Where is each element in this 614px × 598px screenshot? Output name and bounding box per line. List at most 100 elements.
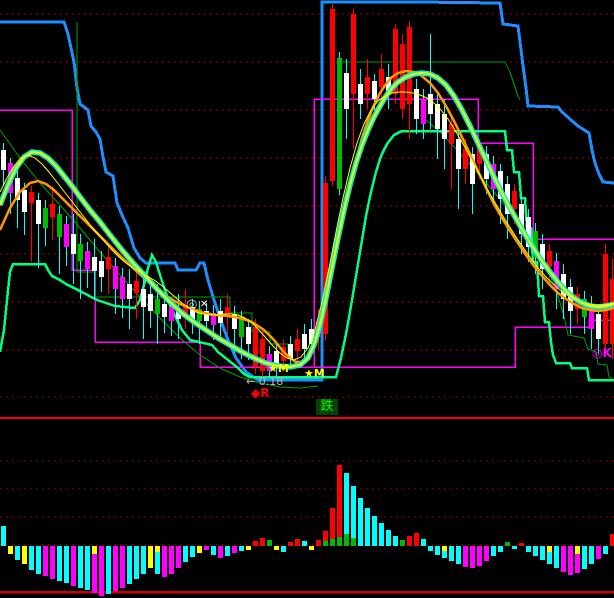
signal-markers: ◎✕★M★M← 0.18◆R◎K [186, 297, 612, 400]
candle-body [50, 204, 55, 217]
histogram-bar [246, 546, 251, 550]
histogram-bar [1, 526, 6, 546]
histogram-bar [57, 546, 62, 581]
histogram-bar [267, 540, 272, 546]
candle-body [610, 279, 614, 344]
star-m-signal: ★M [304, 367, 325, 380]
candle-body [113, 266, 118, 289]
candle-body [379, 69, 384, 87]
histogram-bar-base [330, 539, 335, 546]
candle-body [155, 299, 160, 314]
candle-body [603, 254, 608, 344]
candle-body [372, 81, 377, 99]
gridlines [0, 14, 614, 545]
histogram-bar [533, 546, 538, 556]
candle-body [302, 334, 307, 349]
candle-body [351, 14, 356, 94]
stock-chart-window[interactable]: ◎✕★M★M← 0.18◆R◎K 跌 [0, 0, 614, 598]
histogram-bar [148, 546, 153, 568]
candle-body [246, 327, 251, 344]
histogram-bar [379, 523, 384, 546]
histogram-bar [484, 546, 489, 561]
histogram-bar-base [575, 546, 580, 554]
histogram-bar [36, 546, 41, 574]
candle-body [295, 339, 300, 351]
candle-body [43, 208, 48, 228]
histogram-bar [351, 486, 356, 546]
candle-body [92, 257, 97, 271]
histogram-bar [393, 536, 398, 546]
candle-body [442, 114, 447, 139]
histogram-bar-base [155, 546, 160, 552]
candle-body [85, 251, 90, 269]
histogram-bar [414, 533, 419, 546]
candle-body [162, 304, 167, 317]
histogram-bar [43, 546, 48, 576]
histogram-bar [127, 546, 132, 584]
histogram-bar [22, 546, 27, 564]
histogram-bar [316, 540, 321, 546]
histogram-bar [512, 546, 517, 549]
candle-body [260, 339, 265, 371]
histogram-bar [491, 546, 496, 556]
histogram-bar [435, 546, 440, 555]
histogram-bar [589, 546, 594, 564]
trend-status-badge: 跌 [316, 399, 338, 415]
histogram-bar-base [351, 538, 356, 546]
histogram-bar [386, 530, 391, 546]
candle-body [428, 94, 433, 114]
histogram-bar [260, 538, 265, 546]
candle-body [134, 281, 139, 293]
candle-body [99, 261, 104, 277]
histogram-bar [421, 539, 426, 546]
histogram-bar [498, 546, 503, 552]
histogram-bar [253, 541, 258, 546]
histogram-bar [400, 540, 405, 546]
circle-k-signal: ◎K [592, 346, 612, 360]
histogram-bar-base [547, 546, 552, 552]
histogram-bar [274, 546, 279, 550]
histogram-bar [309, 546, 314, 550]
histogram-bar [337, 465, 342, 546]
histogram-bar [162, 546, 167, 577]
histogram-bar [99, 546, 104, 596]
histogram-bar [428, 546, 433, 551]
histogram-bar [596, 546, 601, 559]
histogram-bar [141, 546, 146, 574]
histogram-bar [169, 546, 174, 574]
histogram-bar [582, 546, 587, 569]
x-signal-icon: ✕ [200, 299, 208, 310]
histogram-bar [540, 546, 545, 560]
candle-body [421, 99, 426, 124]
histogram-bar [225, 546, 230, 556]
histogram-bar [568, 546, 573, 575]
indicator-histogram [1, 465, 614, 596]
candle-body [29, 192, 34, 203]
candle-body [71, 234, 76, 254]
star-m-signal: ★M [268, 362, 289, 375]
candle-body [78, 244, 83, 261]
histogram-bar [603, 546, 608, 554]
histogram-bar [190, 546, 195, 557]
candle-body [22, 190, 27, 212]
histogram-bar [295, 539, 300, 546]
candle-body [120, 277, 125, 299]
histogram-bar [449, 546, 454, 561]
histogram-bar-base [337, 537, 342, 546]
histogram-bar [365, 508, 370, 546]
histogram-bar [8, 546, 13, 554]
histogram-bar [372, 516, 377, 546]
histogram-bar [85, 546, 90, 590]
candle-body [127, 284, 132, 299]
histogram-bar [232, 546, 237, 553]
histogram-bar [204, 546, 209, 550]
histogram-bar [120, 546, 125, 588]
histogram-bar [64, 546, 69, 583]
histogram-bar [211, 546, 216, 555]
candle-body [1, 150, 6, 170]
histogram-bar [470, 546, 475, 568]
histogram-bar [358, 498, 363, 546]
histogram-bar [197, 546, 202, 553]
candle-body [218, 311, 223, 323]
histogram-bar [106, 546, 111, 594]
